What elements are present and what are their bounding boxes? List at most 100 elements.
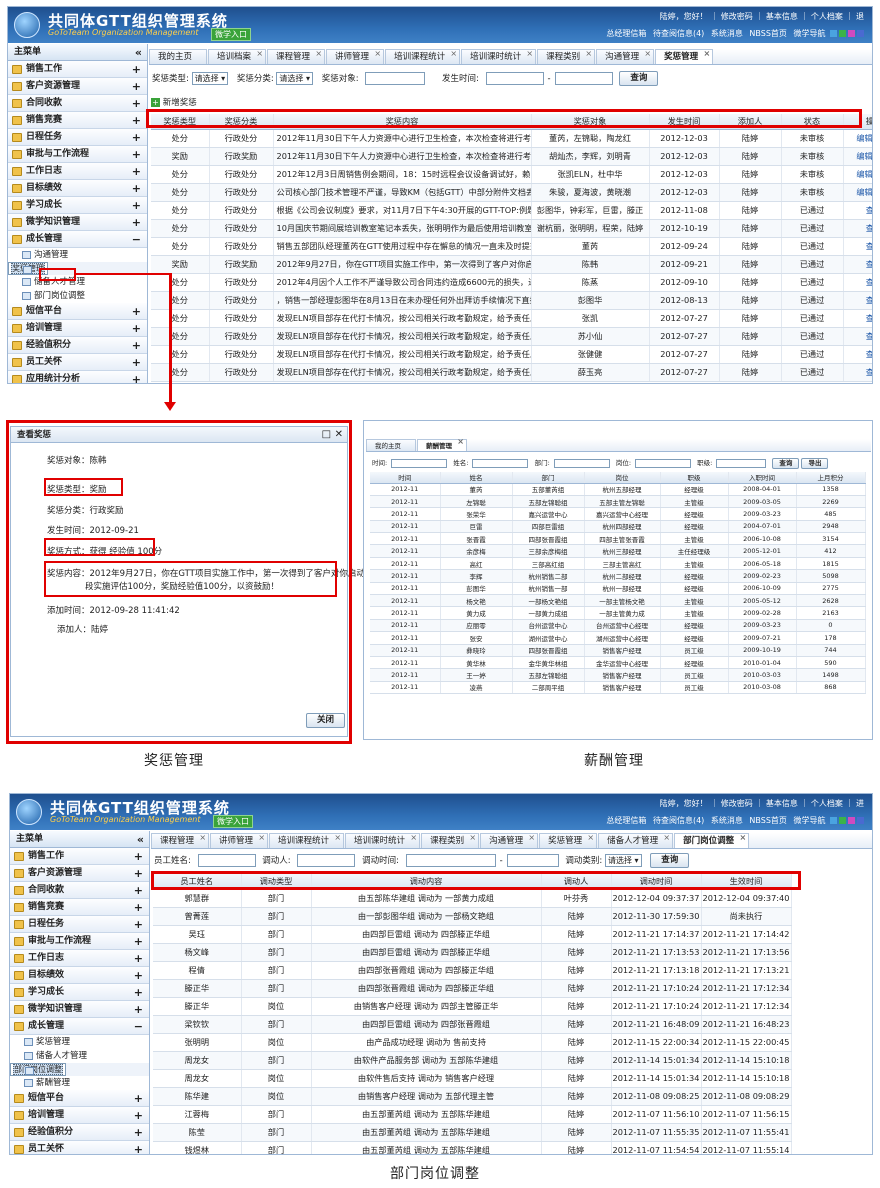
plus-icon[interactable]: +: [132, 95, 141, 112]
table-row[interactable]: 2012-11 杨文艳 一部杨文艳组 一部主管杨文艳 主管级 2005-05-12 2628: [370, 594, 866, 608]
plus-icon[interactable]: +: [132, 78, 141, 95]
sidebar-item-5[interactable]: 审批与工作流程 +: [8, 146, 147, 163]
table-row[interactable]: 钱煜林 部门 由五部董芮组 调动为 五部陈华建组 陆婷 2012-11-07 11:54…: [153, 1141, 872, 1154]
plus-icon[interactable]: +: [134, 984, 143, 1001]
tab-4[interactable]: 课程类别 ×: [421, 833, 480, 848]
sal-name-input[interactable]: [472, 458, 529, 468]
sidebar-item-2[interactable]: 合同收款 +: [8, 95, 147, 112]
weixue-entry-button-2[interactable]: 微学入口: [213, 815, 253, 828]
table-cell[interactable]: 查看: [843, 291, 872, 310]
type-select[interactable]: 请选择 ▾: [191, 72, 229, 85]
table-row[interactable]: 奖励 行政奖励 2012年9月27日，你在GTT项目实施工作中，第一次得到了客户对你…: [151, 255, 872, 274]
sidebar-item-4[interactable]: 日程任务 +: [10, 916, 149, 933]
tab-1[interactable]: 讲师管理 ×: [210, 833, 269, 848]
plus-icon[interactable]: +: [132, 214, 141, 231]
plus-icon[interactable]: +: [132, 180, 141, 197]
plus-icon[interactable]: +: [134, 865, 143, 882]
sidebar-item-7[interactable]: 目标绩效 +: [10, 967, 149, 984]
table-cell[interactable]: 查看: [843, 255, 872, 274]
table-row[interactable]: 2012-11 张安 湖州运营中心 湖州运营中心经理 经理级 2009-07-21 178: [370, 631, 866, 645]
sidebar-item-3[interactable]: 销售竞赛 +: [8, 112, 147, 129]
table-row[interactable]: 2012-11 左锦聪 五部左锦聪组 五部主管左锦聪 主管级 2009-03-05 2269: [370, 495, 866, 509]
sidebar-item-5[interactable]: 审批与工作流程 +: [10, 933, 149, 950]
column-header[interactable]: 时间: [370, 472, 441, 484]
table-row[interactable]: 2012-11 王一婷 五部左锦聪组 销售客户经理 员工级 2010-03-03 1498: [370, 668, 866, 682]
sidebar-item-2[interactable]: 合同收款 +: [10, 882, 149, 899]
sidebar-item-1[interactable]: 客户资源管理 +: [8, 78, 147, 95]
system-message-link-2[interactable]: 系统消息: [711, 816, 743, 825]
column-header[interactable]: 奖惩分类: [209, 114, 274, 130]
sidebar-subitem-1[interactable]: 奖惩管理: [8, 262, 48, 275]
sidebar-item-b1[interactable]: 培训管理 +: [8, 320, 147, 337]
tab-home[interactable]: 我的主页: [366, 439, 416, 451]
table-row[interactable]: 处分 行政处分 发现ELN项目部存在代打卡情况，按公司相关行政考勤规定，给予责任人苏…: [151, 327, 872, 346]
object-input[interactable]: [365, 72, 426, 85]
column-header[interactable]: 部门: [512, 472, 585, 484]
sidebar-subitem-0[interactable]: 沟通管理: [8, 248, 147, 262]
minus-icon[interactable]: −: [134, 1018, 143, 1035]
plus-icon[interactable]: +: [134, 950, 143, 967]
table-cell[interactable]: 编辑 查看: [843, 147, 872, 166]
column-header[interactable]: 员工姓名: [153, 874, 242, 890]
table-row[interactable]: 2012-11 董芮 五部董芮组 杭州五部经理 经理级 2008-04-01 1358: [370, 483, 866, 496]
table-row[interactable]: 处分 行政处分 2012年12月3日周销售例会期间，18：15时远程会议设备调试好，…: [151, 165, 872, 184]
sidebar-subitem-2[interactable]: 储备人才管理: [8, 275, 147, 289]
table-row[interactable]: 滕正华 岗位 由销售客户经理 调动为 四部主管滕正华 陆婷 2012-11-21 17:…: [153, 997, 872, 1016]
time-end-input[interactable]: [554, 72, 613, 85]
table-row[interactable]: 程倩 部门 由四部张晋霞组 调动为 四部滕正华组 陆婷 2012-11-21 17:13…: [153, 961, 872, 980]
theme-green-icon-2[interactable]: [839, 817, 846, 824]
sidebar-item-4[interactable]: 日程任务 +: [8, 129, 147, 146]
sidebar-item-b0[interactable]: 短信平台 +: [10, 1090, 149, 1107]
sal-time-input[interactable]: [391, 458, 448, 468]
table-row[interactable]: 2012-11 余彦梅 三部余彦梅组 杭州三部经理 主任经理级 2005-12-01 412: [370, 544, 866, 558]
table-row[interactable]: 2012-11 张荣华 嘉兴运营中心 嘉兴运营中心经理 经理级 2009-03-23 485: [370, 507, 866, 521]
table-cell[interactable]: 查看: [843, 363, 872, 382]
table-row[interactable]: 2012-11 巨雷 四部巨雷组 杭州四部经理 经理级 2004-07-01 2948: [370, 520, 866, 534]
tab-salary[interactable]: 薪酬管理 ×: [417, 439, 467, 451]
dialog-close-button[interactable]: 关闭: [306, 713, 346, 728]
column-header[interactable]: 添加人: [719, 114, 782, 130]
column-header[interactable]: 调动人: [541, 874, 612, 890]
sidebar-item-10[interactable]: 成长管理 −: [8, 231, 147, 248]
plus-icon[interactable]: +: [132, 354, 141, 371]
tab-3[interactable]: 培训课时统计 ×: [345, 833, 421, 848]
tab-close-icon[interactable]: ×: [256, 49, 263, 61]
plus-icon[interactable]: +: [134, 1141, 143, 1154]
table-row[interactable]: 处分 行政处分 2012年4月因个人工作不严谨导致公司合同违约造成6600元的损失，…: [151, 273, 872, 292]
table-row[interactable]: 杨文峰 部门 由四部巨雷组 调动为 四部滕正华组 陆婷 2012-11-21 17:13…: [153, 943, 872, 962]
unread-info-link[interactable]: 待查阅信息(4): [653, 29, 704, 38]
sidebar-item-8[interactable]: 学习成长 +: [10, 984, 149, 1001]
tab-close-icon[interactable]: ×: [739, 833, 746, 845]
tab-3[interactable]: 讲师管理 ×: [326, 49, 385, 64]
column-header[interactable]: 入职时间: [728, 472, 797, 484]
table-row[interactable]: 2012-11 凌燕 二部周平组 销售客户经理 员工级 2010-03-08 868: [370, 681, 866, 695]
table-row[interactable]: 吴珏 部门 由四部巨雷组 调动为 四部滕正华组 陆婷 2012-11-21 17:14:…: [153, 925, 872, 944]
sidebar-subitem-1[interactable]: 储备人才管理: [10, 1049, 149, 1063]
column-header[interactable]: 调动时间: [611, 874, 702, 890]
table-cell[interactable]: 编辑 查看: [843, 165, 872, 184]
sidebar-item-b1[interactable]: 培训管理 +: [10, 1107, 149, 1124]
table-cell[interactable]: 查看: [843, 345, 872, 364]
tab-close-icon[interactable]: ×: [410, 833, 417, 845]
sidebar-item-b2[interactable]: 经验值积分 +: [8, 337, 147, 354]
table-cell[interactable]: 查看: [843, 273, 872, 292]
table-row[interactable]: 2012-11 彝晓玲 四部张晋霞组 销售客户经理 员工级 2009-10-19 744: [370, 644, 866, 657]
table-row[interactable]: 处分 行政处分 公司核心部门技术管理不严谨，导致KM（包括GTT）中部分附件文档丢朱…: [151, 183, 872, 202]
plus-icon[interactable]: +: [132, 146, 141, 163]
plus-icon[interactable]: +: [132, 129, 141, 146]
collapse-icon[interactable]: «: [137, 831, 144, 848]
table-row[interactable]: 2012-11 张晋霞 四部张晋霞组 四部主管张晋霞 主管级 2006-10-08 3154: [370, 532, 866, 546]
sidebar-item-7[interactable]: 目标绩效 +: [8, 180, 147, 197]
sidebar-subitem-2[interactable]: 部门岗位调整: [10, 1063, 66, 1076]
column-header[interactable]: 姓名: [440, 472, 513, 484]
mover-input[interactable]: [297, 854, 356, 867]
table-cell[interactable]: 查看: [843, 201, 872, 220]
table-cell[interactable]: 查看: [843, 327, 872, 346]
table-row[interactable]: 2012-11 黄力成 一部黄力成组 一部主管黄力成 主管级 2009-02-28 2163: [370, 606, 866, 620]
table-row[interactable]: 梁钦钦 部门 由四部巨雷组 调动为 四部张晋霞组 陆婷 2012-11-21 16:48…: [153, 1015, 872, 1034]
time-start-input[interactable]: [485, 72, 544, 85]
table-row[interactable]: 陈莹 部门 由五部董芮组 调动为 五部陈华建组 陆婷 2012-11-07 11:55:…: [153, 1123, 872, 1142]
table-row[interactable]: 2012-11 高红 三部高红组 三部主管高红 主管级 2006-05-18 1815: [370, 557, 866, 571]
tab-1[interactable]: 培训档案 ×: [208, 49, 267, 64]
table-row[interactable]: 2012-11 黄华林 金华黄华林组 金华运营中心经理 经理级 2010-01-04 590: [370, 656, 866, 670]
